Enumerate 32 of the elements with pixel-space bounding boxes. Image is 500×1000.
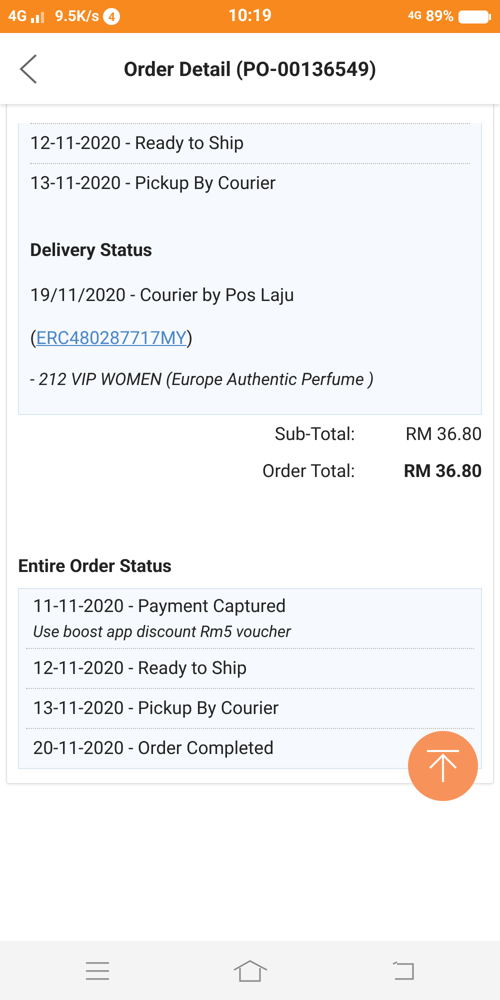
section-heading: Delivery Status (30, 239, 154, 263)
network-label: 4G (8, 6, 27, 28)
battery-label: 89% (426, 6, 454, 28)
total-value: RM 36.80 (402, 460, 482, 484)
status-row-text: 13-11-2020 - Pickup By Courier (33, 696, 280, 720)
speed-label: 9.5K/s (54, 6, 100, 28)
network-label: 4G (408, 8, 422, 24)
back-icon (18, 52, 38, 84)
status-row-text: 13-11-2020 - Pickup By Courier (30, 172, 276, 196)
signal-icon (30, 10, 47, 22)
total-label: Order Total: (262, 460, 355, 484)
status-row-text: 11-11-2020 - Payment Captured (33, 594, 287, 618)
status-row-text: 12-11-2020 - Ready to Ship (33, 656, 248, 680)
page-title: Order Detail (PO-00136549) (122, 56, 378, 82)
back-nav-icon[interactable] (391, 960, 415, 980)
battery-icon (458, 10, 492, 24)
paren: ( (30, 327, 36, 351)
status-row-text: 12-11-2020 - Ready to Ship (30, 132, 244, 156)
notification-badge: 4 (103, 8, 120, 25)
arrow-up-icon (425, 749, 461, 783)
status-note: Use boost app discount Rm5 voucher (33, 620, 292, 642)
delivery-line: 19/11/2020 - Courier by Pos Laju (30, 284, 296, 308)
paren: ) (186, 327, 193, 351)
total-label: Sub-Total: (274, 422, 355, 446)
section-heading: Entire Order Status (18, 554, 173, 578)
tracking-link[interactable]: ERC480287717MY (36, 325, 187, 352)
menu-icon[interactable] (86, 962, 109, 980)
product-name: - 212 VIP WOMEN (Europe Authentic Perfume ) (30, 369, 375, 392)
total-value: RM 36.80 (404, 422, 482, 446)
status-row-text: 20-11-2020 - Order Completed (33, 736, 275, 760)
home-icon[interactable] (233, 960, 268, 982)
clock: 10:19 (228, 4, 272, 28)
